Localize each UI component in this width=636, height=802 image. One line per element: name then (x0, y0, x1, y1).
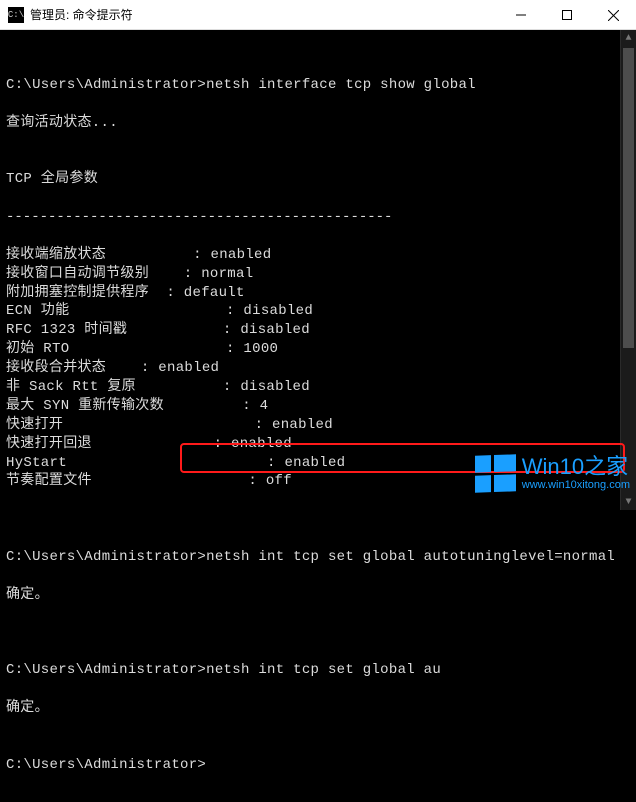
terminal-param-row: 接收窗口自动调节级别 : normal (6, 265, 630, 284)
scroll-down-icon[interactable]: ▼ (621, 494, 636, 510)
terminal-line: ----------------------------------------… (6, 208, 630, 227)
terminal-line: C:\Users\Administrator>netsh interface t… (6, 76, 630, 95)
terminal-param-row: 最大 SYN 重新传输次数 : 4 (6, 397, 630, 416)
terminal-param-row: 接收端缩放状态 : enabled (6, 246, 630, 265)
window-controls (498, 0, 636, 30)
cmd-icon: C:\ (8, 7, 24, 23)
terminal-line: C:\Users\Administrator>netsh int tcp set… (6, 548, 630, 567)
terminal-param-row: 初始 RTO : 1000 (6, 340, 630, 359)
terminal-param-row: 附加拥塞控制提供程序 : default (6, 284, 630, 303)
scroll-up-icon[interactable]: ▲ (621, 30, 636, 46)
terminal-param-row: 接收段合并状态 : enabled (6, 359, 630, 378)
terminal-line: 查询活动状态... (6, 114, 630, 133)
terminal-line: C:\Users\Administrator>netsh int tcp set… (6, 661, 630, 680)
terminal-line: C:\Users\Administrator> (6, 756, 630, 775)
terminal-line: 确定。 (6, 699, 630, 718)
terminal-param-row: HyStart : enabled (6, 454, 630, 473)
terminal-param-row: 非 Sack Rtt 复原 : disabled (6, 378, 630, 397)
terminal-param-row: 节奏配置文件 : off (6, 472, 630, 491)
terminal-line: TCP 全局参数 (6, 170, 630, 189)
terminal-param-row: 快速打开回退 : enabled (6, 435, 630, 454)
maximize-button[interactable] (544, 0, 590, 30)
terminal-line: 确定。 (6, 586, 630, 605)
scrollbar[interactable]: ▲ ▼ (620, 30, 636, 510)
scroll-thumb[interactable] (623, 48, 634, 348)
window-titlebar: C:\ 管理员: 命令提示符 (0, 0, 636, 30)
terminal-param-row: ECN 功能 : disabled (6, 302, 630, 321)
terminal-param-row: RFC 1323 时间戳 : disabled (6, 321, 630, 340)
close-button[interactable] (590, 0, 636, 30)
terminal-output[interactable]: C:\Users\Administrator>netsh interface t… (0, 30, 636, 802)
minimize-button[interactable] (498, 0, 544, 30)
window-title: 管理员: 命令提示符 (30, 6, 133, 23)
terminal-param-row: 快速打开 : enabled (6, 416, 630, 435)
